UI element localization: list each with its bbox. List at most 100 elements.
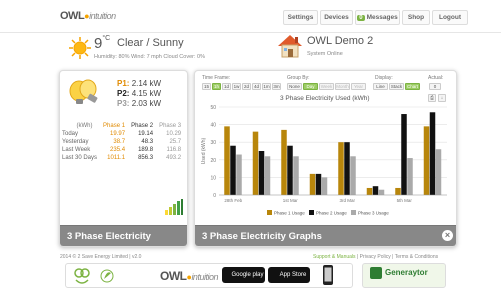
legend-label: Phase 2 Usage [316,211,347,216]
bar-phase-1-usage [224,126,230,195]
time-frame-1w[interactable]: 1w [232,83,241,90]
actual-label: Actual: [428,75,444,81]
messages-count-badge: 0 [357,14,365,21]
group-by-day[interactable]: Day [303,83,318,90]
weather-condition: Clear / Sunny [117,37,184,49]
bar-phase-3-usage [321,177,328,195]
copyright-text: 2014 © 2 Save Energy Limited | v2.0 [60,254,142,260]
system-status: System Online [307,51,343,57]
table-row: Last 30 Days 1011.1 856.3 493.2 [62,155,182,161]
time-frame-2d[interactable]: 2d [242,83,251,90]
display-chart[interactable]: Chart [405,83,420,90]
google-play-button[interactable]: Google play [222,267,265,283]
system-name: OWL Demo 2 [307,35,374,47]
time-frame-15[interactable]: 15 [202,83,211,90]
generaytor-logo-icon [370,267,382,279]
y-tick-label: 50 [210,105,216,111]
nav-messages[interactable]: 0 Messages [355,10,400,25]
bar-phase-2-usage [429,112,436,195]
energy-table: (kWh) Phase 1 Phase 2 Phase 3 Today 19.97… [62,122,184,162]
app-store-button[interactable]: App Store [268,267,310,283]
display-line[interactable]: Line [373,83,388,90]
time-frame-1h[interactable]: 1h [212,83,221,90]
time-frame-1d[interactable]: 1d [222,83,231,90]
bar-phase-1-usage [338,142,344,195]
legend-swatch [267,210,272,215]
y-tick-label: 40 [210,123,216,129]
generaytor-text: Generaytor [385,268,428,277]
sun-icon [69,37,91,59]
bar-phase-3-usage [236,154,242,195]
y-tick-label: 0 [213,193,216,199]
time-frame-label: Time Frame: [202,75,231,81]
download-icon[interactable]: ↓ [438,94,446,102]
legend-swatch [351,210,356,215]
nav-devices[interactable]: Devices [320,10,353,25]
bar-phase-1-usage [423,126,430,195]
signal-bars-icon [165,199,183,215]
print-icon[interactable]: ⎙ [428,94,436,102]
owl-intuition-footer-logo: OWL●intuition [160,269,218,283]
terms-link[interactable]: Terms & Conditions [395,254,438,260]
weather-details: Humidity: 80% Wind: 7 mph Cloud Cover: 0… [94,54,205,60]
display-stack[interactable]: Stack [389,83,404,90]
table-row: Last Week 235.4 189.8 116.8 [62,147,182,153]
x-tick-label: 3rd Mar [339,198,355,203]
owl-face-icon [74,268,90,284]
bar-phase-2-usage [372,186,379,195]
energy-table-header: (kWh) Phase 1 Phase 2 Phase 3 [76,123,182,129]
phone-icon [323,265,333,285]
bar-phase-2-usage [230,145,236,195]
weather-temperature: 9°C [94,35,111,52]
bar-phase-1-usage [366,187,373,195]
phase1-power: P1: 2.14 kW [117,79,162,88]
legend-swatch [309,210,314,215]
bar-phase-1-usage [309,173,316,195]
bar-phase-3-usage [264,156,271,195]
bar-phase-1-usage [395,187,401,195]
display-label: Display: [375,75,393,81]
electricity-chart: 0 10 20 30 40 50 Used (kWh) 28th Feb 1st Mar 3rd … [201,105,447,216]
group-by-week[interactable]: Week [319,83,334,90]
time-frame-1m[interactable]: 1m [262,83,271,90]
y-tick-label: 30 [210,140,216,146]
close-icon[interactable]: × [442,230,453,241]
phase2-power: P2: 4.15 kW [117,89,162,98]
bar-phase-3-usage [435,149,442,195]
y-axis-label: Used (kWh) [201,137,207,164]
nav-logout[interactable]: Logout [432,10,468,25]
bar-phase-3-usage [293,156,299,195]
chart-title: 3 Phase Electricity Used (kWh) [280,95,370,102]
x-tick-label: 1st Mar [283,198,299,203]
group-by-month[interactable]: Month [335,83,350,90]
group-by-year[interactable]: Year [351,83,366,90]
y-tick-label: 10 [210,175,216,181]
support-link[interactable]: Support & Manuals [313,254,356,260]
leaf-badge-icon [100,269,114,283]
time-frame-3m[interactable]: 3m [272,83,281,90]
bar-phase-2-usage [315,173,322,195]
bar-phase-3-usage [350,156,356,195]
nav-settings[interactable]: Settings [283,10,318,25]
table-row: Today 19.97 19.14 10.29 [62,131,182,137]
nav-shop[interactable]: Shop [402,10,430,25]
footer-links: Support & Manuals | Privacy Policy | Ter… [313,254,439,260]
actual-select[interactable]: 0 [429,83,441,90]
graphs-panel-title[interactable]: 3 Phase Electricity Graphs [195,225,456,246]
privacy-link[interactable]: Privacy Policy [360,254,391,260]
light-bulbs-icon [69,79,98,104]
electricity-panel-title[interactable]: 3 Phase Electricity [60,225,187,246]
owl-intuition-logo[interactable]: OWL●intuition [60,10,116,22]
phase3-power: P3: 2.03 kW [117,99,162,108]
bar-phase-2-usage [401,114,407,195]
house-icon [278,35,302,58]
legend-label: Phase 1 Usage [274,211,305,216]
group-by-none[interactable]: None [287,83,302,90]
x-tick-label: 28th Feb [224,198,242,203]
bar-phase-2-usage [287,145,293,195]
bar-phase-3-usage [407,158,413,195]
bar-phase-1-usage [281,129,287,195]
y-tick-label: 20 [210,158,216,164]
x-tick-label: 5th Mar [397,198,413,203]
time-frame-4d[interactable]: 4d [252,83,261,90]
